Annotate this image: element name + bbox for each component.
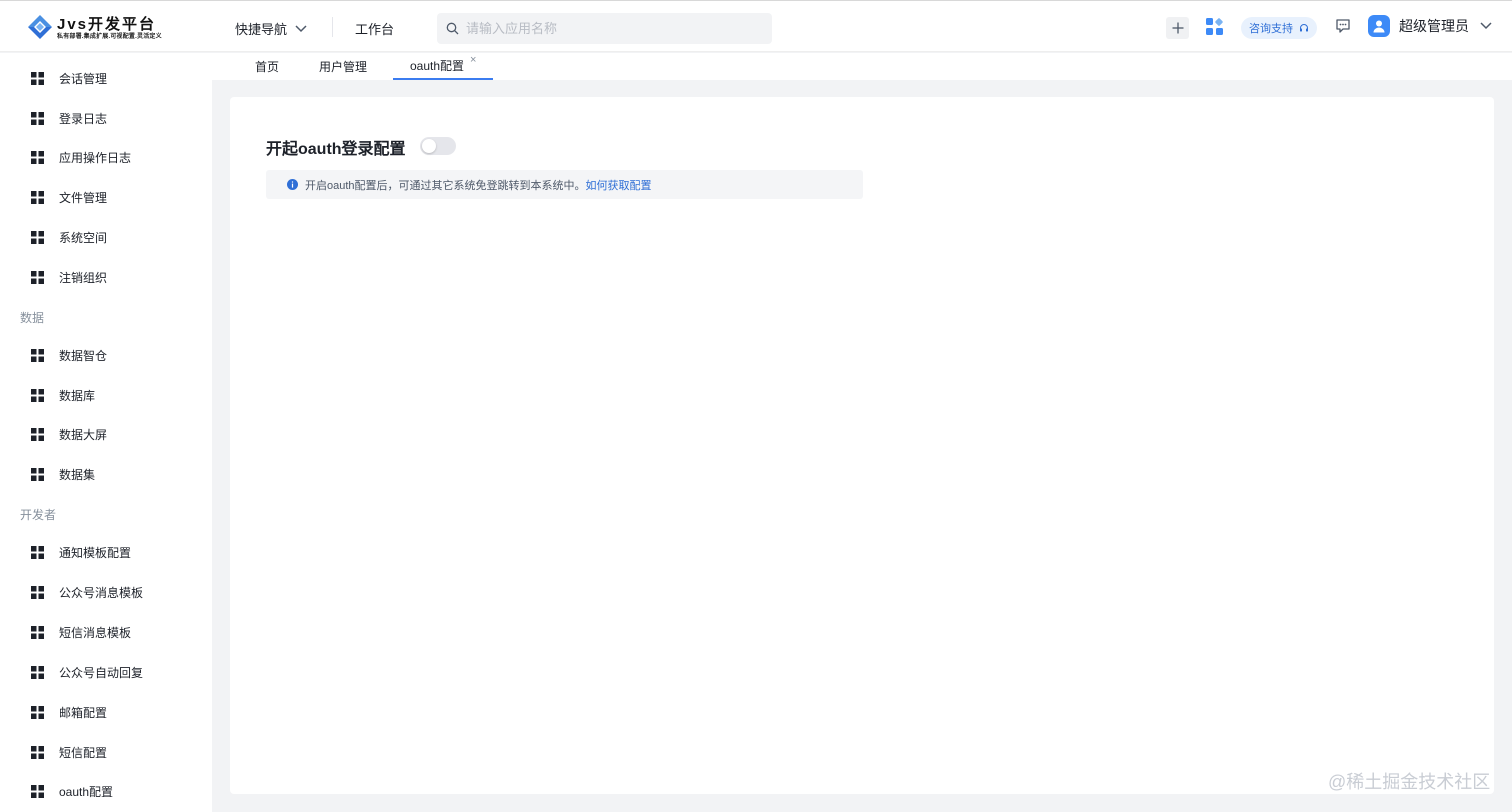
page-tabs: 首页 用户管理 oauth配置 × xyxy=(212,53,1512,80)
logo-icon xyxy=(28,15,52,39)
sidebar-item-label: 数据库 xyxy=(59,388,96,403)
sidebar-item-mail-config[interactable]: 邮箱配置 xyxy=(0,692,212,732)
grid-icon xyxy=(31,190,44,204)
top-bar: Jvs开发平台 私有部署.集成扩展.可视配置.灵活定义 快捷导航 工作台 咨询支… xyxy=(0,0,1512,52)
grid-icon xyxy=(31,545,44,559)
quick-nav-label: 快捷导航 xyxy=(235,22,288,37)
sidebar-item-label: 短信配置 xyxy=(59,745,108,760)
nav-divider xyxy=(332,17,333,37)
user-icon xyxy=(1373,20,1385,33)
grid-icon xyxy=(31,230,44,244)
sidebar-item-label: 公众号消息模板 xyxy=(59,585,144,600)
sidebar-item-label: 邮箱配置 xyxy=(59,705,108,720)
chevron-down-icon xyxy=(295,24,307,32)
sidebar-item-label: oauth配置 xyxy=(59,784,114,799)
grid-icon xyxy=(31,625,44,639)
sidebar-item-label: 会话管理 xyxy=(59,71,108,86)
sidebar-item-data-warehouse[interactable]: 数据智仓 xyxy=(0,335,212,375)
grid-icon xyxy=(31,705,44,719)
sidebar-item-mp-auto-reply[interactable]: 公众号自动回复 xyxy=(0,652,212,692)
sidebar-item-session[interactable]: 会话管理 xyxy=(0,58,212,98)
user-menu[interactable]: 超级管理员 xyxy=(1368,15,1492,37)
sidebar-item-dataset[interactable]: 数据集 xyxy=(0,454,212,494)
sidebar-group-data: 数据 xyxy=(20,311,45,325)
tab-label: oauth配置 xyxy=(410,59,465,73)
tab-oauth-config[interactable]: oauth配置 × xyxy=(393,53,494,80)
sidebar-item-login-log[interactable]: 登录日志 xyxy=(0,98,212,138)
grid-icon xyxy=(31,784,44,798)
plus-icon xyxy=(1172,22,1183,34)
watermark: @稀土掘金技术社区 xyxy=(1328,772,1491,792)
quick-nav-dropdown[interactable]: 快捷导航 xyxy=(235,19,307,38)
sidebar-item-label: 公众号自动回复 xyxy=(59,665,144,680)
grid-icon xyxy=(31,427,44,441)
user-name: 超级管理员 xyxy=(1399,18,1469,34)
sidebar-item-data-screen[interactable]: 数据大屏 xyxy=(0,414,212,454)
avatar xyxy=(1368,15,1390,37)
grid-icon xyxy=(31,111,44,125)
close-icon[interactable]: × xyxy=(470,54,476,66)
apps-icon[interactable] xyxy=(1205,17,1225,37)
support-label: 咨询支持 xyxy=(1249,23,1293,35)
sidebar-item-label: 登录日志 xyxy=(59,111,108,126)
sidebar-item-oauth-config[interactable]: oauth配置 xyxy=(0,771,212,811)
sidebar-item-files[interactable]: 文件管理 xyxy=(0,177,212,217)
sidebar-item-notify-template[interactable]: 通知模板配置 xyxy=(0,532,212,572)
sidebar-item-label: 数据集 xyxy=(59,467,96,482)
search-icon xyxy=(446,22,459,35)
grid-icon xyxy=(31,467,44,481)
tab-label: 用户管理 xyxy=(319,60,368,74)
sidebar-item-label: 注销组织 xyxy=(59,270,108,285)
support-button[interactable]: 咨询支持 xyxy=(1241,17,1317,39)
sidebar: 会话管理 登录日志 应用操作日志 文件管理 系统空间 注销组织 数据 数据智仓 … xyxy=(0,53,212,812)
sidebar-group-developer: 开发者 xyxy=(20,508,57,522)
how-to-get-config-link[interactable]: 如何获取配置 xyxy=(586,177,652,193)
sidebar-item-cancel-org[interactable]: 注销组织 xyxy=(0,257,212,297)
sidebar-item-app-log[interactable]: 应用操作日志 xyxy=(0,137,212,177)
tab-user-management[interactable]: 用户管理 xyxy=(319,53,367,80)
sidebar-item-database[interactable]: 数据库 xyxy=(0,375,212,415)
workbench-link[interactable]: 工作台 xyxy=(355,19,394,38)
tab-home[interactable]: 首页 xyxy=(255,53,279,80)
search-input[interactable] xyxy=(466,21,756,36)
sidebar-item-label: 应用操作日志 xyxy=(59,150,132,165)
chevron-down-icon xyxy=(1480,22,1492,30)
main-panel: 开起oauth登录配置 开启oauth配置后，可通过其它系统免登跳转到本系统中。… xyxy=(230,97,1494,794)
sidebar-item-sms-template[interactable]: 短信消息模板 xyxy=(0,612,212,652)
app-search xyxy=(437,13,772,44)
grid-icon xyxy=(31,270,44,284)
sidebar-item-label: 系统空间 xyxy=(59,230,108,245)
page-title: 开起oauth登录配置 xyxy=(266,141,406,158)
grid-icon xyxy=(31,71,44,85)
sidebar-item-label: 通知模板配置 xyxy=(59,545,132,560)
sidebar-item-label: 数据大屏 xyxy=(59,427,108,442)
sidebar-item-sms-config[interactable]: 短信配置 xyxy=(0,732,212,772)
headset-icon xyxy=(1300,24,1308,32)
sidebar-item-mp-msg-template[interactable]: 公众号消息模板 xyxy=(0,572,212,612)
info-text: 开启oauth配置后，可通过其它系统免登跳转到本系统中。 xyxy=(305,179,586,192)
oauth-toggle[interactable] xyxy=(420,137,456,155)
message-icon[interactable] xyxy=(1335,18,1351,34)
brand-subtitle: 私有部署.集成扩展.可视配置.灵活定义 xyxy=(57,34,162,40)
sidebar-item-label: 文件管理 xyxy=(59,190,108,205)
info-alert: 开启oauth配置后，可通过其它系统免登跳转到本系统中。 如何获取配置 xyxy=(266,170,863,199)
brand-logo[interactable]: Jvs开发平台 私有部署.集成扩展.可视配置.灵活定义 xyxy=(27,12,187,42)
grid-icon xyxy=(31,150,44,164)
sidebar-item-system-space[interactable]: 系统空间 xyxy=(0,217,212,257)
grid-icon xyxy=(31,665,44,679)
info-icon xyxy=(287,179,298,190)
grid-icon xyxy=(31,348,44,362)
grid-icon xyxy=(31,388,44,402)
tab-label: 首页 xyxy=(255,60,280,74)
grid-icon xyxy=(31,745,44,759)
grid-icon xyxy=(31,585,44,599)
toggle-knob xyxy=(422,139,436,153)
sidebar-item-label: 数据智仓 xyxy=(59,348,108,363)
add-button[interactable] xyxy=(1166,17,1189,39)
sidebar-item-label: 短信消息模板 xyxy=(59,625,132,640)
